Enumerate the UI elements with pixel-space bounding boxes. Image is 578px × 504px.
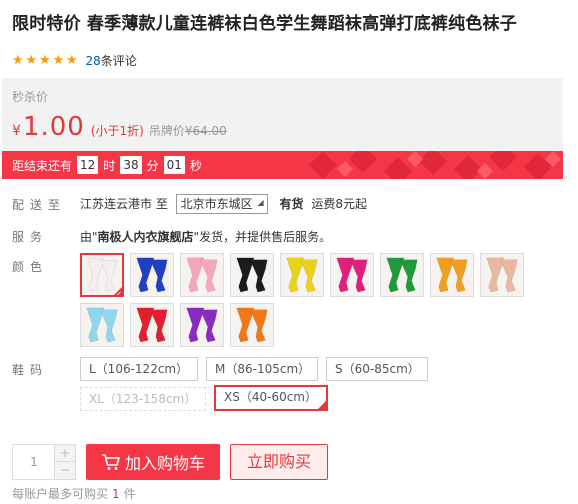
countdown-label: 距结束还有 [12,158,73,173]
sale-price: 1.00 [22,112,85,142]
color-swatch-white[interactable]: ✓ [80,253,124,297]
color-swatch-orange[interactable] [230,303,274,347]
cart-icon [101,454,120,470]
star-icon: ★ [66,53,78,68]
color-swatch-sky-blue[interactable] [80,303,124,347]
service-suffix: "发货，并提供售后服务。 [193,230,332,244]
size-option-label: L（106-122cm） [89,362,189,376]
rating-row: ★ ★ ★ ★ ★ 28 条评论 [12,52,137,69]
ship-from: 江苏连云港市 至 [80,197,168,211]
tights-thumbnail [131,254,173,296]
countdown-minutes: 38 [120,156,142,174]
review-suffix[interactable]: 条评论 [101,52,137,69]
color-swatch-flesh[interactable] [480,253,524,297]
hours-unit: 时 [103,158,116,173]
original-price-label: 吊牌价 [148,124,185,138]
color-swatch-red[interactable] [130,303,174,347]
region-select[interactable]: 北京市东城区 ◢ [175,194,268,214]
dropdown-arrow-icon: ◢ [257,198,264,207]
tights-thumbnail [431,254,473,296]
size-option-label: M（86-105cm） [215,362,311,376]
check-icon: ✓ [320,398,326,406]
tights-thumbnail [331,254,373,296]
color-swatch-black[interactable] [230,253,274,297]
tights-thumbnail [281,254,323,296]
price-row: ¥ 1.00 (小于1折) 吊牌价 ¥64.00 [12,112,227,142]
price-panel: 秒杀价 ¥ 1.00 (小于1折) 吊牌价 ¥64.00 [2,78,563,151]
quantity-minus-button[interactable]: − [54,462,75,479]
tights-thumbnail [381,254,423,296]
star-icon: ★ [39,53,51,68]
color-swatch-royal-blue[interactable] [130,253,174,297]
countdown-hours: 12 [77,156,99,174]
stock-status: 有货 [279,197,304,211]
seconds-unit: 秒 [189,158,202,173]
tights-thumbnail [81,304,123,346]
limit-number: 1 [112,487,120,501]
tights-thumbnail [181,304,223,346]
limit-suffix: 件 [123,487,136,501]
color-swatch-rose[interactable] [330,253,374,297]
quantity-stepper: 1 + − [12,444,76,480]
color-swatch-yellow[interactable] [280,253,324,297]
star-icon: ★ [52,53,65,68]
tights-thumbnail [481,254,523,296]
quantity-plus-button[interactable]: + [54,445,75,462]
color-swatch-light-pink[interactable] [180,253,224,297]
currency-symbol: ¥ [12,123,21,139]
tights-thumbnail [231,304,273,346]
limit-prefix: 每账户最多可购买 [12,487,109,501]
countdown-seconds: 01 [163,156,185,174]
color-label: 颜色 [12,260,49,274]
star-icon: ★ [25,53,38,68]
service-label: 服务 [12,230,49,244]
decorative-diamond-pattern [309,151,561,179]
size-option-m[interactable]: M（86-105cm） [206,357,318,381]
service-info: 由"南极人内衣旗舰店"发货，并提供售后服务。 [80,228,331,245]
size-label: 鞋码 [12,363,49,377]
tights-thumbnail [181,254,223,296]
size-option-l[interactable]: L（106-122cm） [80,357,198,381]
minutes-unit: 分 [146,158,159,173]
size-option-s[interactable]: S（60-85cm） [326,357,428,381]
service-prefix: 由" [80,230,98,244]
size-option-label: XL（123-158cm） [89,392,197,406]
star-rating: ★ ★ ★ ★ ★ [12,53,80,68]
tights-thumbnail [231,254,273,296]
delivery-info: 江苏连云港市 至 北京市东城区 ◢ 有货 运费8元起 [80,194,367,214]
shipping-fee: 运费8元起 [311,197,367,211]
discount-text: (小于1折) [90,124,144,138]
purchase-limit: 每账户最多可购买 1 件 [12,485,136,502]
region-value: 北京市东城区 [180,197,253,211]
size-option-xs[interactable]: XS（40-60cm） ✓ [214,385,328,411]
check-icon: ✓ [116,290,122,297]
review-count-link[interactable]: 28 [86,54,101,68]
color-swatch-green[interactable] [380,253,424,297]
size-option-label: S（60-85cm） [335,362,420,376]
add-to-cart-label: 加入购物车 [124,454,205,473]
seckill-label: 秒杀价 [12,90,49,104]
size-option-xl: XL（123-158cm） [80,387,206,411]
buy-now-button[interactable]: 立即购买 [230,444,328,480]
star-icon: ★ [12,53,24,68]
quantity-input[interactable]: 1 [13,445,55,479]
shop-name-link[interactable]: 南极人内衣旗舰店 [98,230,194,244]
color-swatch-purple[interactable] [180,303,224,347]
size-option-label: XS（40-60cm） [224,390,317,404]
tights-thumbnail [131,304,173,346]
color-swatch-orange-yellow[interactable] [430,253,474,297]
original-price: ¥64.00 [184,124,227,138]
product-title: 限时特价 春季薄款儿童连裤袜白色学生舞蹈袜高弹打底裤纯色袜子 [12,14,517,34]
delivery-label: 配送至 [12,198,67,212]
countdown-bar: 距结束还有 12 时 38 分 01 秒 [2,151,563,179]
add-to-cart-button[interactable]: 加入购物车 [86,444,220,480]
